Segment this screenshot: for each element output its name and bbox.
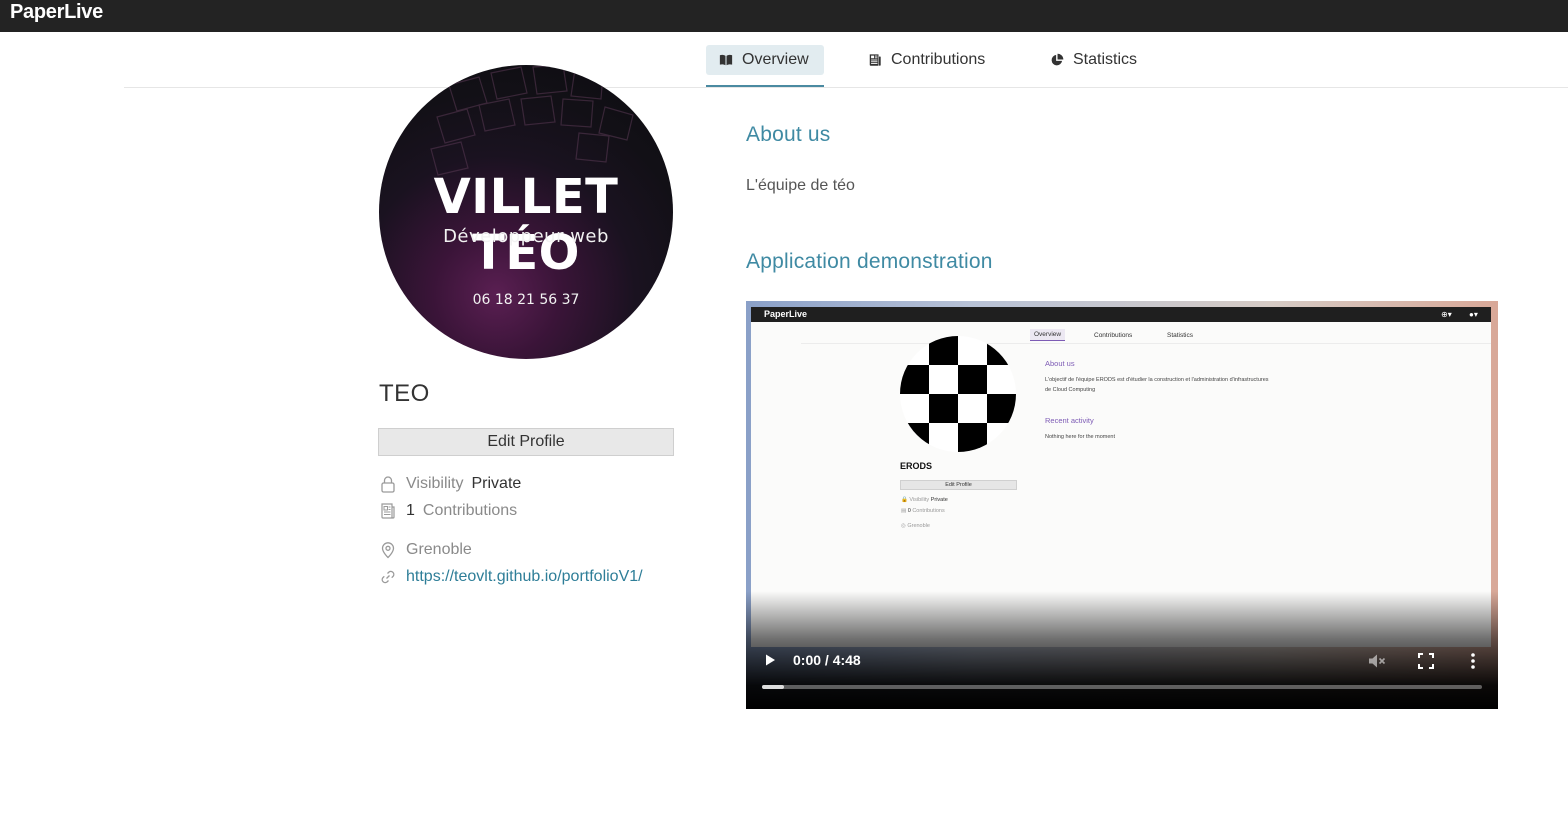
link-row: https://teovlt.github.io/portfolioV1/	[379, 567, 643, 587]
visibility-value: Private	[471, 475, 522, 492]
tab-overview[interactable]: Overview	[706, 45, 824, 75]
preview-location: ◎ Grenoble	[901, 523, 930, 529]
tab-label: Overview	[742, 51, 809, 68]
about-text: L'équipe de téo	[746, 177, 855, 194]
demo-heading: Application demonstration	[746, 250, 993, 273]
pie-chart-icon	[1051, 53, 1064, 66]
edit-profile-button[interactable]: Edit Profile	[378, 428, 674, 456]
demo-video-player[interactable]: PaperLive ⊕▾ ●▾ Overview Contributions S…	[746, 301, 1498, 709]
tabs-divider	[124, 87, 1568, 88]
preview-about-line2: de Cloud Computing	[1045, 387, 1096, 393]
video-progress-bar[interactable]	[762, 685, 1482, 689]
tab-label: Contributions	[891, 51, 986, 68]
play-icon[interactable]	[763, 653, 777, 667]
preview-checker-avatar	[900, 336, 1016, 452]
contributions-row: 1 Contributions	[379, 501, 517, 521]
map-pin-icon	[381, 542, 395, 559]
video-time: 0:00 / 4:48	[793, 652, 861, 668]
location-text: Grenoble	[406, 541, 472, 558]
tab-contributions[interactable]: Contributions	[868, 45, 1008, 75]
visibility-row: Visibility Private	[379, 474, 521, 494]
avatar-title: VILLET TÉO	[433, 169, 619, 281]
avatar-phone: 06 18 21 56 37	[472, 292, 580, 308]
preview-contributions: ▤ 0 Contributions	[901, 508, 945, 514]
preview-about-line1: L'objectif de l'équipe ERODS est d'étudi…	[1045, 377, 1269, 383]
newspaper-icon	[869, 54, 881, 66]
preview-tab-statistics: Statistics	[1167, 331, 1194, 339]
avatar-subtitle: Développeur web	[443, 226, 609, 247]
video-progress-fill	[762, 685, 784, 689]
preview-recent-heading: Recent activity	[1045, 416, 1094, 425]
preview-name: ERODS	[900, 461, 933, 471]
fullscreen-icon[interactable]	[1418, 653, 1434, 669]
link-icon	[381, 570, 395, 584]
top-bar: PaperLive	[0, 0, 1568, 32]
contributions-label: Contributions	[422, 502, 518, 519]
portfolio-link[interactable]: https://teovlt.github.io/portfolioV1/	[406, 568, 643, 586]
preview-recent-text: Nothing here for the moment	[1045, 434, 1116, 440]
preview-user-icon: ●▾	[1469, 310, 1478, 319]
preview-visibility: 🔒 Visibility Private	[901, 497, 948, 503]
preview-globe-icon: ⊕▾	[1441, 310, 1452, 319]
preview-top-bar: PaperLive ⊕▾ ●▾	[751, 307, 1491, 322]
tab-label: Statistics	[1073, 51, 1138, 68]
about-heading: About us	[746, 123, 831, 146]
lock-icon	[381, 476, 395, 493]
volume-muted-icon[interactable]	[1368, 653, 1386, 669]
preview-divider	[801, 343, 1491, 344]
preview-tab-contributions: Contributions	[1094, 331, 1133, 339]
app-brand[interactable]: PaperLive	[10, 1, 103, 24]
preview-edit-button: Edit Profile	[900, 480, 1017, 490]
preview-about-heading: About us	[1045, 359, 1075, 368]
contributions-count: 1	[406, 502, 415, 519]
newspaper-icon	[381, 503, 395, 519]
profile-name: TEO	[379, 380, 430, 407]
tab-statistics[interactable]: Statistics	[1050, 45, 1170, 75]
controls-gradient	[746, 591, 1498, 709]
visibility-label: Visibility	[406, 475, 464, 492]
preview-brand: PaperLive	[764, 309, 808, 319]
avatar: VILLET TÉO Développeur web 06 18 21 56 3…	[379, 65, 673, 359]
location-row: Grenoble	[379, 540, 472, 560]
preview-tab-overview: Overview	[1030, 329, 1066, 341]
book-icon	[719, 54, 733, 66]
more-options-icon[interactable]	[1468, 652, 1478, 670]
